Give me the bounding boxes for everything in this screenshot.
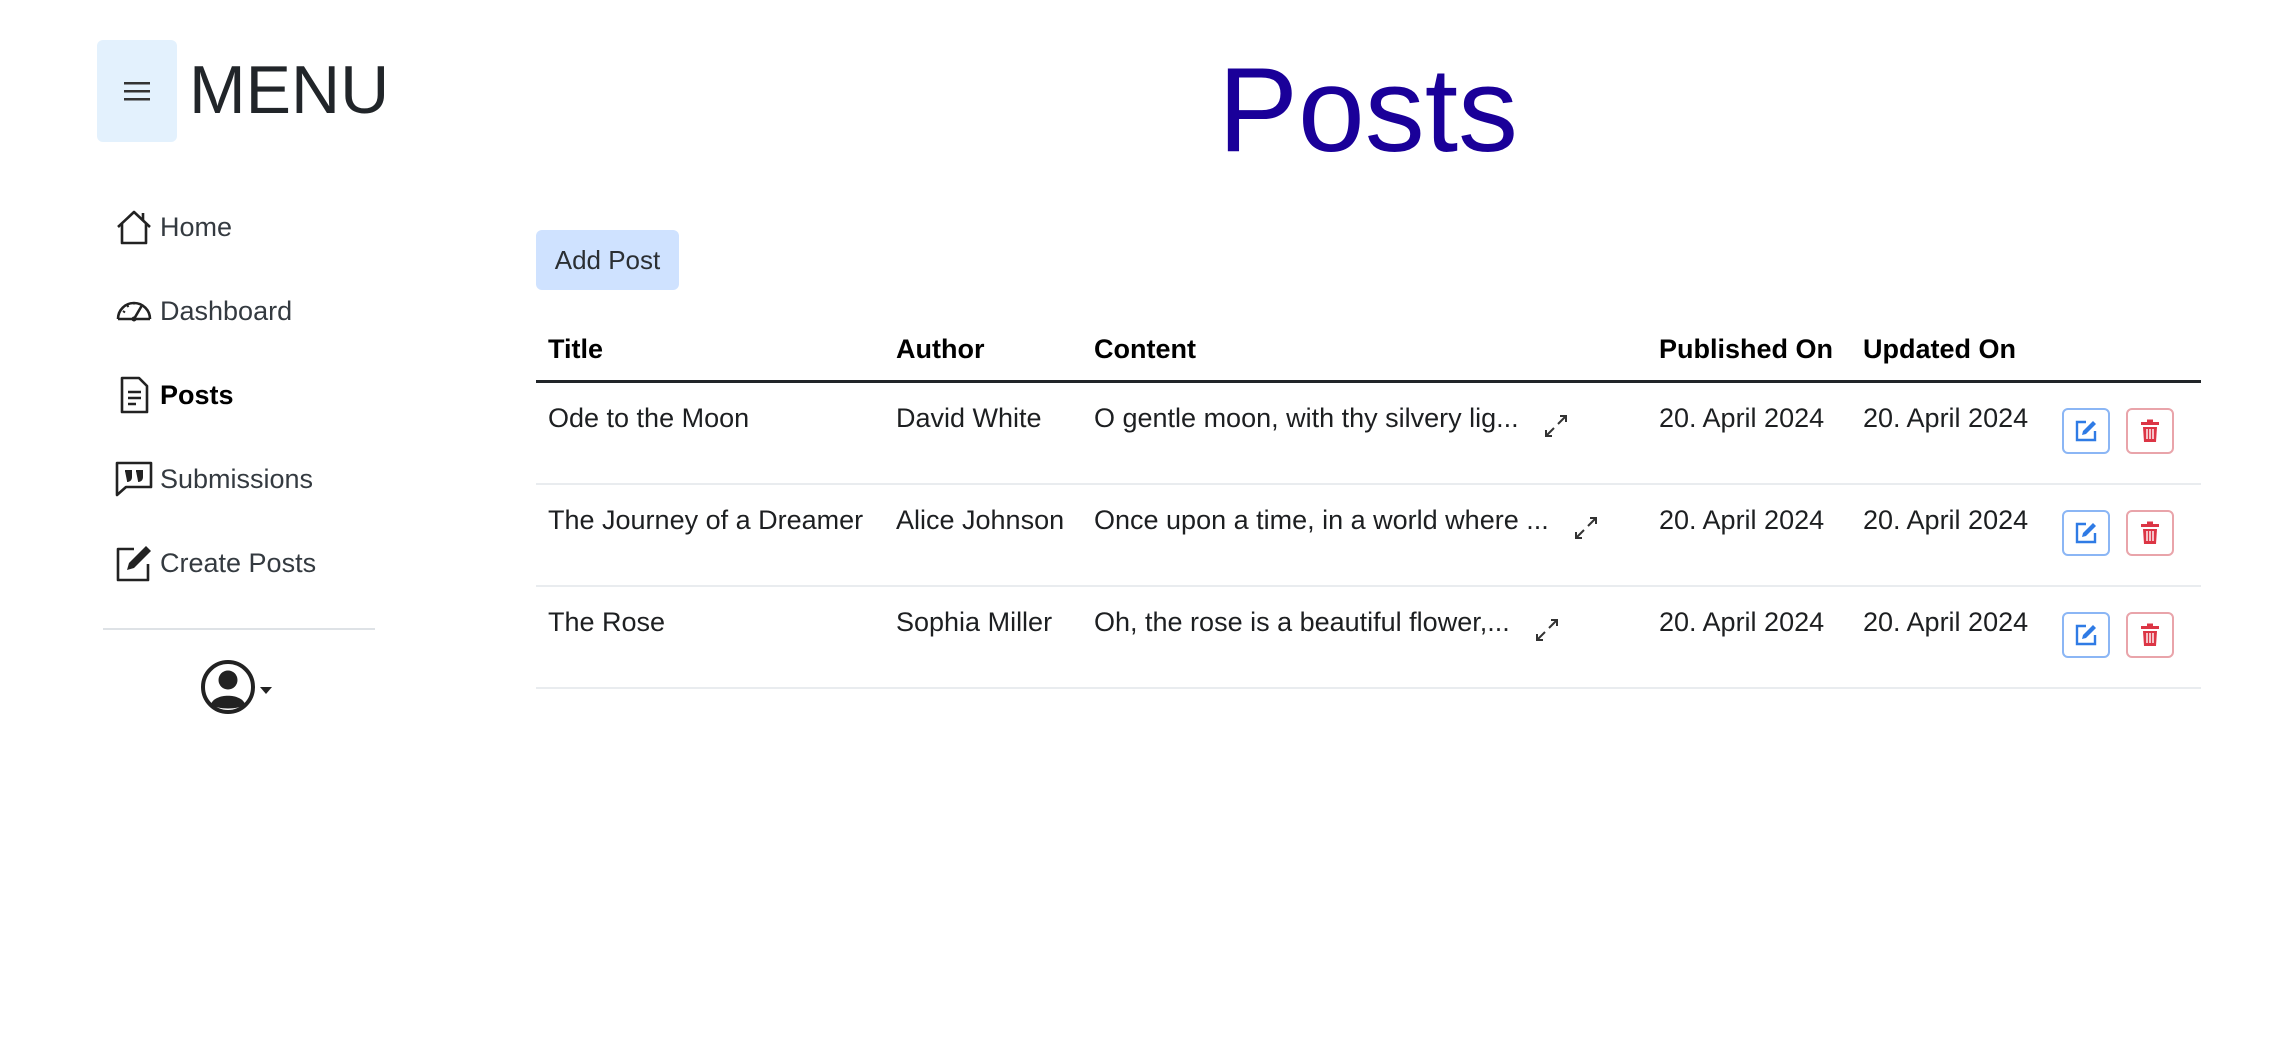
post-content-text: Oh, the rose is a beautiful flower,... bbox=[1094, 607, 1510, 637]
column-header-content: Content bbox=[1094, 334, 1196, 364]
post-title: The Rose bbox=[548, 607, 666, 637]
quote-bubble-icon bbox=[115, 461, 153, 497]
edit-button[interactable] bbox=[2062, 612, 2110, 658]
hamburger-icon bbox=[124, 82, 150, 101]
sidebar-item-submissions[interactable]: Submissions bbox=[114, 454, 313, 504]
edit-icon bbox=[2075, 624, 2097, 646]
post-author: Alice Johnson bbox=[896, 505, 1065, 535]
caret-down-icon bbox=[260, 687, 272, 694]
post-content-text: O gentle moon, with thy silvery lig... bbox=[1094, 403, 1519, 433]
trash-icon bbox=[2141, 623, 2159, 646]
add-post-button[interactable]: Add Post bbox=[536, 230, 679, 290]
user-circle-icon bbox=[201, 660, 255, 714]
sidebar-divider bbox=[103, 628, 375, 630]
column-header-author: Author bbox=[896, 334, 985, 364]
table-header: Title Author Content Published On Update… bbox=[536, 322, 2201, 383]
sidebar: MENU Home Dashboard Posts Submissions Cr… bbox=[0, 0, 420, 1057]
sidebar-item-create-posts[interactable]: Create Posts bbox=[114, 538, 316, 588]
post-content-text: Once upon a time, in a world where ... bbox=[1094, 505, 1549, 535]
delete-button[interactable] bbox=[2126, 612, 2174, 658]
speedometer-icon bbox=[116, 301, 152, 322]
post-published-date: 20. April 2024 bbox=[1659, 505, 1825, 535]
sidebar-item-label: Posts bbox=[160, 379, 234, 410]
post-published-date: 20. April 2024 bbox=[1659, 403, 1825, 433]
sidebar-item-label: Submissions bbox=[160, 463, 314, 494]
table-row: The Journey of a Dreamer Alice Johnson O… bbox=[536, 485, 2201, 587]
user-menu-dropdown[interactable] bbox=[200, 658, 280, 716]
trash-icon bbox=[2141, 419, 2159, 442]
sidebar-item-dashboard[interactable]: Dashboard bbox=[114, 286, 292, 336]
post-updated-date: 20. April 2024 bbox=[1863, 607, 2029, 637]
column-header-updated: Updated On bbox=[1863, 334, 2016, 364]
post-updated-date: 20. April 2024 bbox=[1863, 505, 2029, 535]
edit-icon bbox=[2075, 420, 2097, 442]
delete-button[interactable] bbox=[2126, 510, 2174, 556]
sidebar-item-home[interactable]: Home bbox=[114, 202, 232, 252]
post-updated-date: 20. April 2024 bbox=[1863, 403, 2029, 433]
sidebar-item-label: Create Posts bbox=[160, 547, 317, 578]
menu-title: MENU bbox=[189, 52, 390, 128]
post-author: Sophia Miller bbox=[896, 607, 1053, 637]
document-icon bbox=[120, 376, 149, 414]
sidebar-item-posts[interactable]: Posts bbox=[114, 370, 234, 420]
post-content: Oh, the rose is a beautiful flower,... bbox=[1094, 607, 1560, 643]
trash-icon bbox=[2141, 521, 2159, 544]
edit-icon bbox=[2075, 522, 2097, 544]
post-title: Ode to the Moon bbox=[548, 403, 750, 433]
sidebar-item-label: Home bbox=[160, 211, 233, 242]
posts-table: Title Author Content Published On Update… bbox=[536, 322, 2201, 689]
expand-icon[interactable] bbox=[1534, 617, 1560, 643]
post-author: David White bbox=[896, 403, 1042, 433]
table-row: Ode to the Moon David White O gentle moo… bbox=[536, 383, 2201, 485]
delete-button[interactable] bbox=[2126, 408, 2174, 454]
sidebar-item-label: Dashboard bbox=[160, 295, 293, 326]
column-header-published: Published On bbox=[1659, 334, 1834, 364]
edit-button[interactable] bbox=[2062, 408, 2110, 454]
column-header-title: Title bbox=[548, 334, 604, 364]
expand-icon[interactable] bbox=[1573, 515, 1599, 541]
page-title: Posts bbox=[1217, 43, 1519, 177]
table-row: The Rose Sophia Miller Oh, the rose is a… bbox=[536, 587, 2201, 689]
post-published-date: 20. April 2024 bbox=[1659, 607, 1825, 637]
pencil-square-icon bbox=[116, 546, 151, 582]
home-icon bbox=[117, 210, 151, 245]
edit-button[interactable] bbox=[2062, 510, 2110, 556]
post-content: Once upon a time, in a world where ... bbox=[1094, 505, 1599, 541]
post-title: The Journey of a Dreamer bbox=[548, 505, 864, 535]
menu-toggle-button[interactable] bbox=[97, 40, 177, 142]
expand-icon[interactable] bbox=[1543, 413, 1569, 439]
post-content: O gentle moon, with thy silvery lig... bbox=[1094, 403, 1569, 439]
